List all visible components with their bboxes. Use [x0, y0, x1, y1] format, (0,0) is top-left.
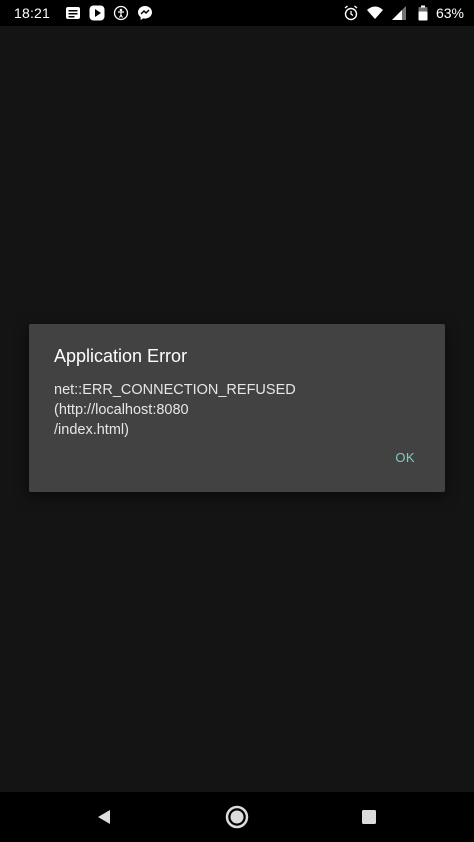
status-right: 63%: [336, 4, 464, 22]
dialog-message: net::ERR_CONNECTION_REFUSED (http://loca…: [54, 382, 296, 438]
back-button[interactable]: [91, 804, 117, 830]
accessibility-icon: [112, 4, 130, 22]
battery-icon: [414, 4, 432, 22]
notes-icon: [64, 4, 82, 22]
home-icon: [225, 805, 249, 829]
back-icon: [98, 810, 110, 824]
screen: 18:21 63% Application Error net::ERR_CON…: [0, 0, 474, 842]
status-time: 18:21: [14, 5, 51, 21]
battery-percentage: 63%: [435, 5, 464, 21]
home-button[interactable]: [224, 804, 250, 830]
play-icon: [88, 4, 106, 22]
signal-icon: [390, 4, 408, 22]
alarm-icon: [342, 4, 360, 22]
status-bar: 18:21 63%: [0, 0, 474, 26]
ok-button[interactable]: OK: [385, 444, 425, 471]
messenger-icon: [136, 4, 154, 22]
wifi-icon: [366, 4, 384, 22]
recents-icon: [362, 810, 376, 824]
recents-button[interactable]: [356, 804, 382, 830]
navigation-bar: [0, 792, 474, 842]
dialog-title: Application Error: [54, 346, 188, 366]
error-dialog: Application Error net::ERR_CONNECTION_RE…: [29, 324, 445, 492]
status-left: 18:21: [14, 4, 160, 22]
